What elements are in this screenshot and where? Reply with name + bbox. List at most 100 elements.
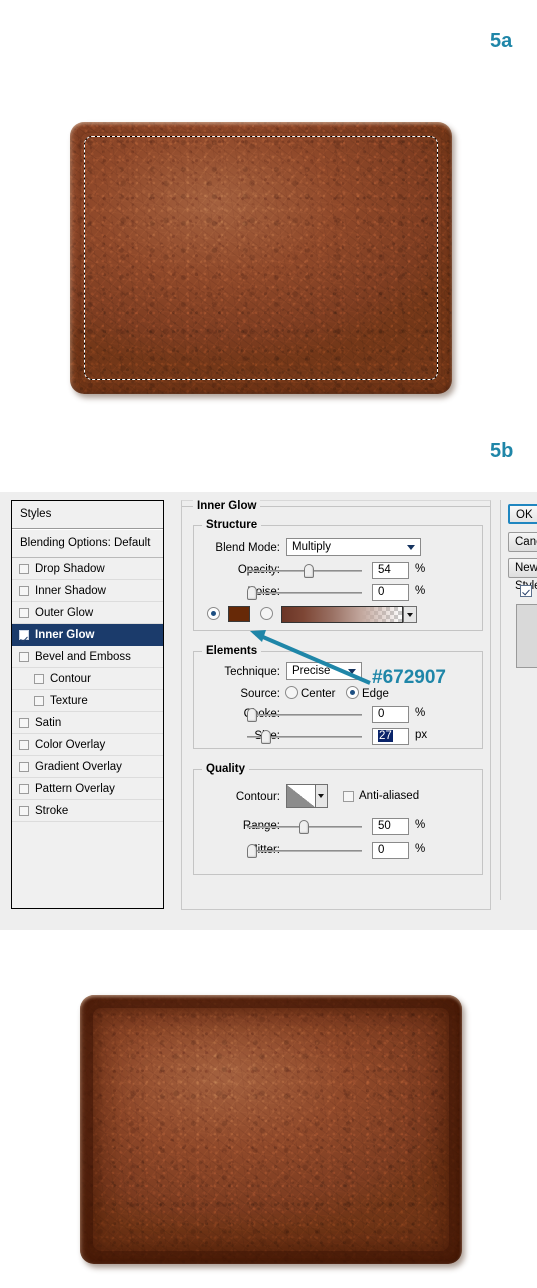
size-input[interactable]: 27 <box>372 728 409 745</box>
gradient-overlay-checkbox[interactable] <box>19 761 29 772</box>
sidebar-item-label: Stroke <box>35 804 69 817</box>
jitter-slider[interactable] <box>247 844 362 858</box>
opacity-slider[interactable] <box>247 564 362 578</box>
anti-aliased-label: Anti-aliased <box>359 790 420 802</box>
inner-glow-settings-pane: Inner Glow Structure Blend Mode: Multipl… <box>181 500 491 910</box>
inner-glow-checkbox[interactable] <box>19 629 29 640</box>
sidebar-item-contour[interactable]: Contour <box>12 668 163 690</box>
choke-slider-track <box>247 714 362 716</box>
choke-unit: % <box>415 707 426 719</box>
step-label-5b: 5b <box>490 440 514 462</box>
panel-title: Inner Glow <box>193 500 261 512</box>
outer-glow-checkbox[interactable] <box>19 607 29 618</box>
preview-thumbnail <box>516 604 537 668</box>
gradient-preview-bar[interactable] <box>281 606 403 623</box>
choke-slider[interactable] <box>247 708 362 722</box>
styles-list-pane: Styles Blending Options: Default Drop Sh… <box>11 500 164 909</box>
chevron-down-icon <box>318 794 324 798</box>
noise-slider[interactable] <box>247 586 362 600</box>
sidebar-item-pattern-overlay[interactable]: Pattern Overlay <box>12 778 163 800</box>
source-edge-label: Edge <box>362 688 389 700</box>
range-slider[interactable] <box>247 820 362 834</box>
bevel-and-emboss-checkbox[interactable] <box>19 651 29 662</box>
jitter-slider-track <box>247 850 362 852</box>
range-value: 50 <box>378 820 391 832</box>
sidebar-item-drop-shadow[interactable]: Drop Shadow <box>12 558 163 580</box>
technique-value: Precise <box>292 665 331 677</box>
new-style-button[interactable]: New Style... <box>508 558 537 592</box>
opacity-value: 54 <box>378 564 391 576</box>
source-center-radio[interactable] <box>285 686 298 699</box>
satin-checkbox[interactable] <box>19 717 29 728</box>
stroke-checkbox[interactable] <box>19 805 29 816</box>
jitter-input[interactable]: 0 <box>372 842 409 859</box>
size-slider-thumb[interactable] <box>261 730 271 744</box>
technique-select[interactable]: Precise <box>286 662 362 680</box>
blend-mode-label: Blend Mode: <box>215 542 280 554</box>
noise-slider-thumb[interactable] <box>247 586 257 600</box>
sidebar-item-inner-shadow[interactable]: Inner Shadow <box>12 580 163 602</box>
color-overlay-checkbox[interactable] <box>19 739 29 750</box>
quality-group-title: Quality <box>202 763 249 775</box>
blend-mode-select[interactable]: Multiply <box>286 538 421 556</box>
sidebar-item-bevel-and-emboss[interactable]: Bevel and Emboss <box>12 646 163 668</box>
leather-texture-bottom <box>80 995 462 1264</box>
fill-gradient-radio[interactable] <box>260 607 273 620</box>
blending-options-row[interactable]: Blending Options: Default <box>12 529 163 558</box>
sidebar-item-gradient-overlay[interactable]: Gradient Overlay <box>12 756 163 778</box>
source-label: Source: <box>240 688 280 700</box>
sidebar-item-label: Color Overlay <box>35 738 106 751</box>
source-edge-radio[interactable] <box>346 686 359 699</box>
annotation-hex-label: #672907 <box>372 667 446 688</box>
opacity-input[interactable]: 54 <box>372 562 409 579</box>
choke-slider-thumb[interactable] <box>247 708 257 722</box>
jitter-unit: % <box>415 843 426 855</box>
sidebar-item-label: Satin <box>35 716 62 729</box>
inner-shadow-checkbox[interactable] <box>19 585 29 596</box>
sidebar-item-label: Inner Glow <box>35 628 95 641</box>
structure-group: Structure Blend Mode: Multiply Opacity: … <box>193 519 483 631</box>
sidebar-item-stroke[interactable]: Stroke <box>12 800 163 822</box>
sidebar-item-texture[interactable]: Texture <box>12 690 163 712</box>
leather-texture-top <box>70 122 452 394</box>
source-center-label: Center <box>301 688 336 700</box>
texture-checkbox[interactable] <box>34 695 44 706</box>
sidebar-item-color-overlay[interactable]: Color Overlay <box>12 734 163 756</box>
elements-group: Elements Technique: Precise Source: Cent… <box>193 645 483 749</box>
sidebar-item-label: Texture <box>50 694 88 707</box>
preview-checkbox[interactable] <box>520 585 532 597</box>
sidebar-item-satin[interactable]: Satin <box>12 712 163 734</box>
cancel-button[interactable]: Cancel <box>508 532 537 552</box>
contour-dropdown-button[interactable] <box>316 784 328 808</box>
noise-input[interactable]: 0 <box>372 584 409 601</box>
range-input[interactable]: 50 <box>372 818 409 835</box>
contour-preview[interactable] <box>286 784 316 808</box>
range-unit: % <box>415 819 426 831</box>
sidebar-item-label: Gradient Overlay <box>35 760 122 773</box>
glow-color-swatch[interactable] <box>228 606 250 622</box>
sidebar-item-outer-glow[interactable]: Outer Glow <box>12 602 163 624</box>
leather-panel-with-inner-glow <box>80 995 462 1264</box>
fill-color-radio[interactable] <box>207 607 220 620</box>
opacity-slider-thumb[interactable] <box>304 564 314 578</box>
chevron-down-icon <box>348 669 356 674</box>
choke-input[interactable]: 0 <box>372 706 409 723</box>
range-slider-thumb[interactable] <box>299 820 309 834</box>
anti-aliased-checkbox[interactable] <box>343 791 354 802</box>
sidebar-item-inner-glow[interactable]: Inner Glow <box>12 624 163 646</box>
technique-label: Technique: <box>224 666 280 678</box>
ok-button[interactable]: OK <box>508 504 537 524</box>
drop-shadow-checkbox[interactable] <box>19 563 29 574</box>
jitter-slider-thumb[interactable] <box>247 844 257 858</box>
quality-group: Quality Contour: Anti-aliased Range: 50 … <box>193 763 483 875</box>
size-slider[interactable] <box>247 730 362 744</box>
pattern-overlay-checkbox[interactable] <box>19 783 29 794</box>
gradient-dropdown-button[interactable] <box>403 606 417 623</box>
styles-header: Styles <box>12 501 163 529</box>
noise-unit: % <box>415 585 426 597</box>
sidebar-item-label: Outer Glow <box>35 606 94 619</box>
blend-mode-value: Multiply <box>292 541 331 553</box>
column-divider <box>500 500 501 900</box>
contour-checkbox[interactable] <box>34 673 44 684</box>
structure-group-title: Structure <box>202 519 262 531</box>
